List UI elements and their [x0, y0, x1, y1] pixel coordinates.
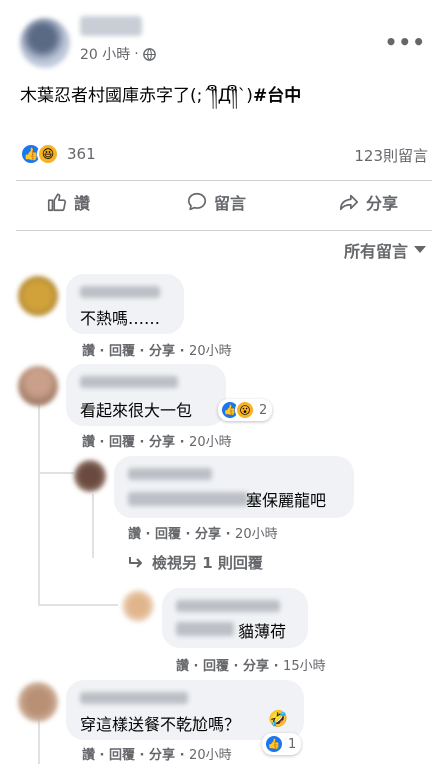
- commenter-avatar[interactable]: [74, 460, 106, 492]
- thread-line: [38, 716, 40, 764]
- comment-text: 看起來很大一包: [80, 401, 193, 420]
- comment-reactions[interactable]: 👍 😮 2: [218, 399, 273, 421]
- reaction-count: 361: [67, 145, 96, 163]
- commenter-avatar[interactable]: [18, 682, 58, 722]
- tagged-user-name[interactable]: [176, 622, 234, 636]
- reply-arrow-icon: [129, 556, 142, 568]
- comment-time[interactable]: 20小時: [189, 435, 232, 450]
- comment-bubble: 不熱嗎……: [66, 274, 184, 334]
- post-author-name[interactable]: [80, 16, 142, 36]
- comment-meta: 讚 · 回覆 · 分享 · 20小時: [82, 435, 232, 450]
- like-label: 讚: [74, 194, 91, 213]
- comment-like-link[interactable]: 讚: [128, 527, 141, 542]
- comment-time[interactable]: 20小時: [189, 748, 232, 763]
- comment-share-link[interactable]: 分享: [195, 527, 221, 542]
- thread-line: [38, 604, 118, 606]
- post-author-avatar[interactable]: [20, 18, 70, 68]
- like-reaction-icon: 👍: [264, 734, 284, 754]
- comment-like-link[interactable]: 讚: [82, 748, 95, 763]
- commenter-avatar[interactable]: [18, 276, 58, 316]
- thumbs-up-icon: [47, 193, 67, 212]
- share-label: 分享: [366, 194, 399, 213]
- comment-time[interactable]: 20小時: [235, 527, 278, 542]
- comment-reply-link[interactable]: 回覆: [155, 527, 181, 542]
- divider: [16, 230, 432, 231]
- comment-label: 留言: [214, 194, 247, 213]
- commenter-name[interactable]: [80, 376, 178, 388]
- commenter-name[interactable]: [128, 468, 212, 480]
- comment-like-link[interactable]: 讚: [82, 435, 95, 450]
- comment-reaction-count: 1: [288, 736, 297, 752]
- comment-meta: 讚 · 回覆 · 分享 · 20小時: [128, 527, 278, 542]
- comment-reply-link[interactable]: 回覆: [109, 344, 135, 359]
- comment-reply-link[interactable]: 回覆: [109, 748, 135, 763]
- wow-reaction-icon: 😮: [235, 400, 255, 420]
- like-button[interactable]: 讚: [46, 190, 90, 214]
- comment-bubble: 貓薄荷: [162, 588, 308, 648]
- thread-line: [92, 494, 94, 558]
- divider: [16, 180, 432, 181]
- comment-meta: 讚 · 回覆 · 分享 · 15小時: [176, 659, 326, 674]
- comment-meta: 讚 · 回覆 · 分享 · 20小時: [82, 748, 232, 763]
- comment-share-link[interactable]: 分享: [149, 435, 175, 450]
- comment-text: 塞保麗龍吧: [246, 491, 327, 510]
- post-time-text: 20 小時: [80, 47, 131, 63]
- commenter-avatar[interactable]: [18, 366, 58, 406]
- comment-time[interactable]: 15小時: [283, 659, 326, 674]
- comment-share-link[interactable]: 分享: [149, 344, 175, 359]
- thread-line: [38, 474, 40, 604]
- haha-reaction-icon: 😆: [37, 143, 59, 165]
- view-more-replies[interactable]: 檢視另 1 則回覆: [128, 552, 263, 573]
- comment-text: 貓薄荷: [238, 622, 287, 641]
- dot-separator: ·: [134, 46, 139, 62]
- comment-like-link[interactable]: 讚: [176, 659, 189, 674]
- comment-reply-link[interactable]: 回覆: [203, 659, 229, 674]
- thread-line: [38, 404, 40, 474]
- comment-sort-dropdown[interactable]: 所有留言: [344, 238, 426, 262]
- comment-meta: 讚 · 回覆 · 分享 · 20小時: [82, 344, 232, 359]
- comment-count[interactable]: 123則留言: [354, 145, 428, 166]
- comment-bubble: 塞保麗龍吧: [114, 456, 354, 518]
- commenter-name[interactable]: [80, 286, 160, 298]
- sort-label: 所有留言: [343, 242, 408, 261]
- more-options-icon[interactable]: •••: [385, 30, 426, 54]
- view-more-replies-label: 檢視另 1 則回覆: [152, 554, 263, 572]
- commenter-name[interactable]: [80, 692, 188, 704]
- comment-text: 穿這樣送餐不乾尬嗎？: [80, 715, 241, 734]
- comment-time[interactable]: 20小時: [189, 344, 232, 359]
- comment-reaction-count: 2: [259, 402, 268, 418]
- comment-share-link[interactable]: 分享: [243, 659, 269, 674]
- caret-down-icon: [414, 246, 426, 253]
- commenter-name[interactable]: [176, 600, 280, 612]
- share-button[interactable]: 分享: [338, 190, 398, 214]
- comment-button[interactable]: 留言: [186, 190, 246, 214]
- commenter-avatar[interactable]: [122, 590, 154, 622]
- post-text: 木葉忍者村國庫赤字了(;´༎ຶД༎ຶ`): [20, 86, 253, 106]
- share-arrow-icon: [339, 194, 359, 211]
- speech-bubble-icon: [187, 192, 207, 211]
- comment-reply-link[interactable]: 回覆: [109, 435, 135, 450]
- globe-icon: [142, 47, 156, 61]
- comment-text: 不熱嗎……: [80, 309, 161, 328]
- comment-bubble: 看起來很大一包: [66, 364, 226, 426]
- post-body: 木葉忍者村國庫赤字了(;´༎ຶД༎ຶ`)#台中: [20, 76, 301, 124]
- comment-reactions[interactable]: 👍 1: [262, 733, 302, 755]
- reaction-summary[interactable]: 👍 😆 361: [20, 143, 96, 165]
- comment-like-link[interactable]: 讚: [82, 344, 95, 359]
- post-timestamp[interactable]: 20 小時 ·: [80, 44, 156, 64]
- thread-line: [38, 472, 74, 474]
- tagged-user-name[interactable]: [128, 492, 248, 506]
- comment-share-link[interactable]: 分享: [149, 748, 175, 763]
- rofl-emoji-icon: 🤣: [268, 709, 288, 728]
- post-hashtag[interactable]: #台中: [253, 86, 301, 106]
